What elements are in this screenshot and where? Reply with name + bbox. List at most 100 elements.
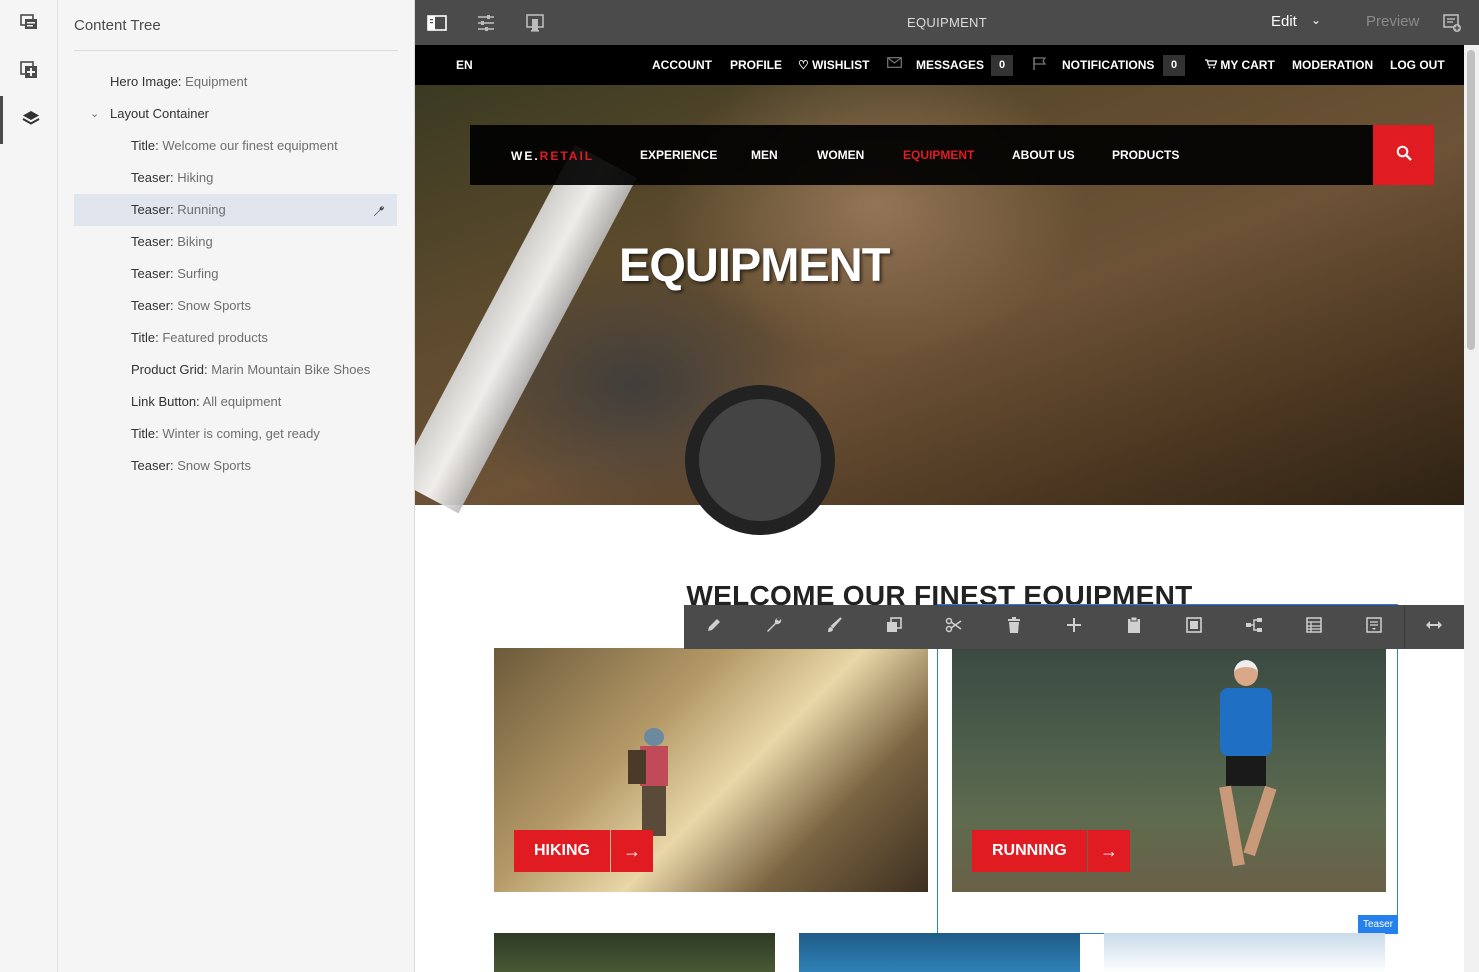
tree-item-type: Link Button: [131, 394, 200, 409]
tree-item-value: Biking [177, 234, 213, 249]
tree-item-title-winter[interactable]: Title: Winter is coming, get ready [74, 418, 397, 450]
pencil-icon [705, 616, 723, 639]
tree-item-type: Teaser: [131, 266, 174, 281]
moderation-link[interactable]: MODERATION [1292, 58, 1373, 72]
teaser-button-hiking[interactable]: HIKING [514, 830, 610, 872]
nav-products[interactable]: PRODUCTS [1112, 148, 1179, 162]
components-rail-button[interactable] [0, 48, 58, 96]
tree-item-teaser-surfing[interactable]: Teaser: Surfing [74, 258, 397, 290]
tree-item-teaser-running[interactable]: Teaser: Running [74, 194, 397, 226]
copy-button[interactable] [864, 605, 924, 649]
tree-item-teaser-hiking[interactable]: Teaser: Hiking [74, 162, 397, 194]
plus-icon [1065, 616, 1083, 639]
hero-image[interactable]: WE.RETAIL EXPERIENCE MEN WOMEN EQUIPMENT… [415, 85, 1464, 535]
hiker-figure [628, 728, 674, 838]
tree-item-type: Title: [131, 138, 159, 153]
page-info-icon [19, 12, 39, 37]
tree-item-hero-image[interactable]: Hero Image: Equipment [74, 66, 397, 98]
mode-select[interactable]: Edit [1271, 13, 1297, 30]
cart-link[interactable]: MY CART [1205, 58, 1275, 72]
tree-item-value: Winter is coming, get ready [162, 426, 320, 441]
insert-button[interactable] [1044, 605, 1104, 649]
layout-mode-button[interactable] [1404, 605, 1464, 649]
content-tree-rail-button[interactable] [0, 96, 58, 144]
logout-link[interactable]: LOG OUT [1390, 58, 1445, 72]
side-rail [0, 0, 58, 972]
component-selection-frame [937, 604, 1398, 934]
tree-item-product-grid[interactable]: Product Grid: Marin Mountain Bike Shoes [74, 354, 397, 386]
tree-item-link-button[interactable]: Link Button: All equipment [74, 386, 397, 418]
tree-item-value: Snow Sports [177, 298, 251, 313]
cut-button[interactable] [924, 605, 984, 649]
notifications-count-badge: 0 [1163, 55, 1185, 76]
teaser-card-biking[interactable] [494, 933, 775, 972]
tree-item-value: Marin Mountain Bike Shoes [211, 362, 371, 377]
nav-women[interactable]: WOMEN [817, 148, 864, 162]
notifications-link[interactable]: NOTIFICATIONS [1062, 58, 1154, 72]
brand-logo[interactable]: WE.RETAIL [511, 149, 594, 163]
nav-experience[interactable]: EXPERIENCE [640, 148, 717, 162]
parent-icon [1245, 616, 1263, 639]
scissors-icon [945, 616, 963, 639]
editor-toolbar: EQUIPMENT Edit ⌄ Preview [415, 0, 1479, 45]
layout-button[interactable] [1284, 605, 1344, 649]
wrench-icon[interactable] [373, 194, 385, 226]
tree-item-type: Teaser: [131, 298, 174, 313]
envelope-icon [887, 57, 902, 71]
tree-item-type: Product Grid: [131, 362, 208, 377]
paste-button[interactable] [1104, 605, 1164, 649]
scrollbar-thumb[interactable] [1467, 50, 1475, 350]
chevron-down-icon[interactable]: ⌄ [90, 98, 99, 130]
group-icon [1185, 616, 1203, 639]
tree-item-value: Welcome our finest equipment [162, 138, 338, 153]
nav-equipment[interactable]: EQUIPMENT [903, 148, 974, 162]
wishlist-label: WISHLIST [812, 58, 870, 72]
tree-item-type: Layout Container [110, 106, 210, 121]
tree-item-title-featured[interactable]: Title: Featured products [74, 322, 397, 354]
convert-button[interactable] [1344, 605, 1404, 649]
tree-item-type: Title: [131, 426, 159, 441]
profile-link[interactable]: PROFILE [730, 58, 782, 72]
convert-icon [1365, 616, 1383, 639]
language-link[interactable]: EN [456, 58, 473, 72]
wishlist-link[interactable]: ♡ WISHLIST [798, 58, 869, 72]
tree-item-teaser-snow-sports-2[interactable]: Teaser: Snow Sports [74, 450, 397, 482]
heart-icon: ♡ [798, 58, 809, 72]
tree-item-value: Running [177, 202, 226, 217]
nav-men[interactable]: MEN [751, 148, 778, 162]
cart-label: MY CART [1220, 58, 1275, 72]
style-button[interactable] [804, 605, 864, 649]
tree-item-type: Title: [131, 330, 159, 345]
parent-button[interactable] [1224, 605, 1284, 649]
brand-we: WE. [511, 149, 540, 163]
component-action-toolbar [684, 605, 1464, 649]
page-info-rail-button[interactable] [0, 0, 58, 48]
teaser-card-surfing[interactable] [799, 933, 1080, 972]
search-icon [1396, 145, 1412, 166]
account-link[interactable]: ACCOUNT [652, 58, 712, 72]
tree-item-title-welcome[interactable]: Title: Welcome our finest equipment [74, 130, 397, 162]
page-canvas: EN ACCOUNT PROFILE ♡ WISHLIST MESSAGES 0… [415, 45, 1464, 972]
resize-horizontal-icon [1425, 616, 1443, 639]
search-button[interactable] [1373, 125, 1434, 185]
tree-item-value: All equipment [202, 394, 282, 409]
chevron-down-icon[interactable]: ⌄ [1311, 13, 1321, 27]
flag-icon [1033, 57, 1047, 73]
configure-button[interactable] [744, 605, 804, 649]
arrow-right-icon[interactable]: → [611, 830, 653, 872]
messages-link[interactable]: MESSAGES [916, 58, 984, 72]
edit-button[interactable] [684, 605, 744, 649]
hero-bike-gear [685, 385, 835, 535]
annotate-icon[interactable] [1441, 12, 1463, 34]
nav-about-us[interactable]: ABOUT US [1012, 148, 1075, 162]
teaser-card-hiking[interactable]: HIKING → [494, 648, 928, 892]
component-type-label: Teaser [1358, 915, 1398, 934]
tree-item-teaser-biking[interactable]: Teaser: Biking [74, 226, 397, 258]
delete-button[interactable] [984, 605, 1044, 649]
teaser-card-snow-sports[interactable] [1104, 933, 1385, 972]
tree-item-teaser-snow-sports[interactable]: Teaser: Snow Sports [74, 290, 397, 322]
group-button[interactable] [1164, 605, 1224, 649]
preview-button[interactable]: Preview [1366, 13, 1419, 30]
tree-item-layout-container[interactable]: ⌄ Layout Container [74, 98, 397, 130]
clipboard-icon [1125, 616, 1143, 639]
